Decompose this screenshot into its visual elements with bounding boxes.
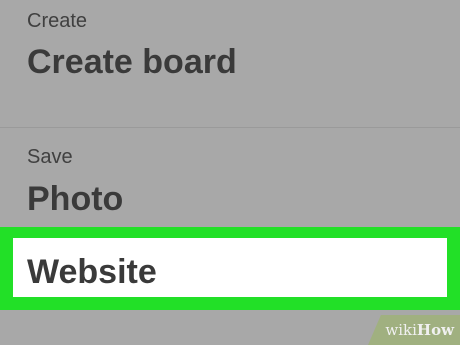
wikihow-watermark: wikiHow xyxy=(368,315,460,345)
photo-item[interactable]: Photo xyxy=(27,182,123,216)
website-highlight: Website xyxy=(0,227,460,310)
website-item-label: Website xyxy=(27,253,157,291)
create-board-item[interactable]: Create board xyxy=(27,45,237,79)
save-section-label: Save xyxy=(27,146,73,168)
wikihow-logo: wikiHow xyxy=(385,321,454,339)
watermark-suffix: How xyxy=(416,321,454,339)
website-item[interactable]: Website xyxy=(13,238,447,297)
watermark-prefix: wiki xyxy=(385,321,417,339)
section-divider xyxy=(0,127,460,128)
create-section-label: Create xyxy=(27,10,88,32)
